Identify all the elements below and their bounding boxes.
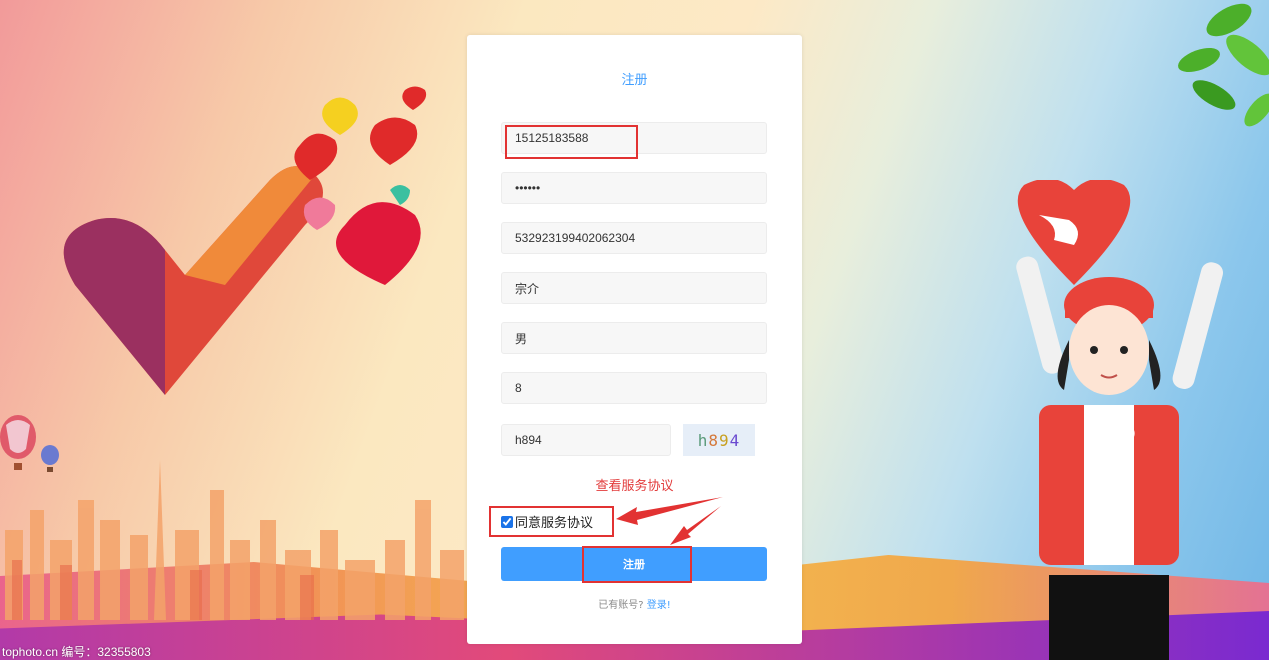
name-input[interactable]: 宗介: [501, 272, 767, 304]
login-link[interactable]: 登录!: [647, 600, 671, 611]
heart-hands-illustration: [63, 86, 427, 395]
volunteer-girl-illustration: [1016, 180, 1224, 660]
agree-terms-label: 同意服务协议: [515, 516, 594, 531]
hot-air-balloon-icon: [0, 415, 36, 470]
captcha-char: 4: [729, 430, 741, 450]
have-account-text: 已有账号?: [598, 600, 644, 611]
captcha-image[interactable]: h894: [683, 424, 755, 456]
register-card: 注册 15125183588 •••••• 532923199402062304…: [467, 35, 802, 644]
agree-terms-checkbox-row[interactable]: 同意服务协议: [501, 512, 593, 531]
agree-terms-checkbox[interactable]: [501, 515, 513, 528]
login-prompt: 已有账号? 登录!: [467, 596, 802, 611]
captcha-char: h: [697, 430, 709, 450]
form-title: 注册: [621, 73, 648, 88]
captcha-input[interactable]: h894: [501, 424, 671, 456]
gender-input[interactable]: 男: [501, 322, 767, 354]
city-skyline-illustration: [5, 460, 464, 620]
watermark-text: tophoto.cn 编号：32355803: [2, 645, 151, 659]
captcha-char: 8: [708, 430, 719, 450]
phone-input[interactable]: 15125183588: [501, 122, 767, 154]
age-input[interactable]: 8: [501, 372, 767, 404]
password-input[interactable]: ••••••: [501, 172, 767, 204]
id-number-input[interactable]: 532923199402062304: [501, 222, 767, 254]
green-leaves-decoration: [1178, 3, 1269, 127]
register-submit-button[interactable]: 注册: [501, 547, 767, 581]
small-balloon-icon: [41, 445, 59, 472]
view-terms-link[interactable]: 查看服务协议: [467, 475, 802, 494]
captcha-char: 9: [719, 430, 730, 450]
